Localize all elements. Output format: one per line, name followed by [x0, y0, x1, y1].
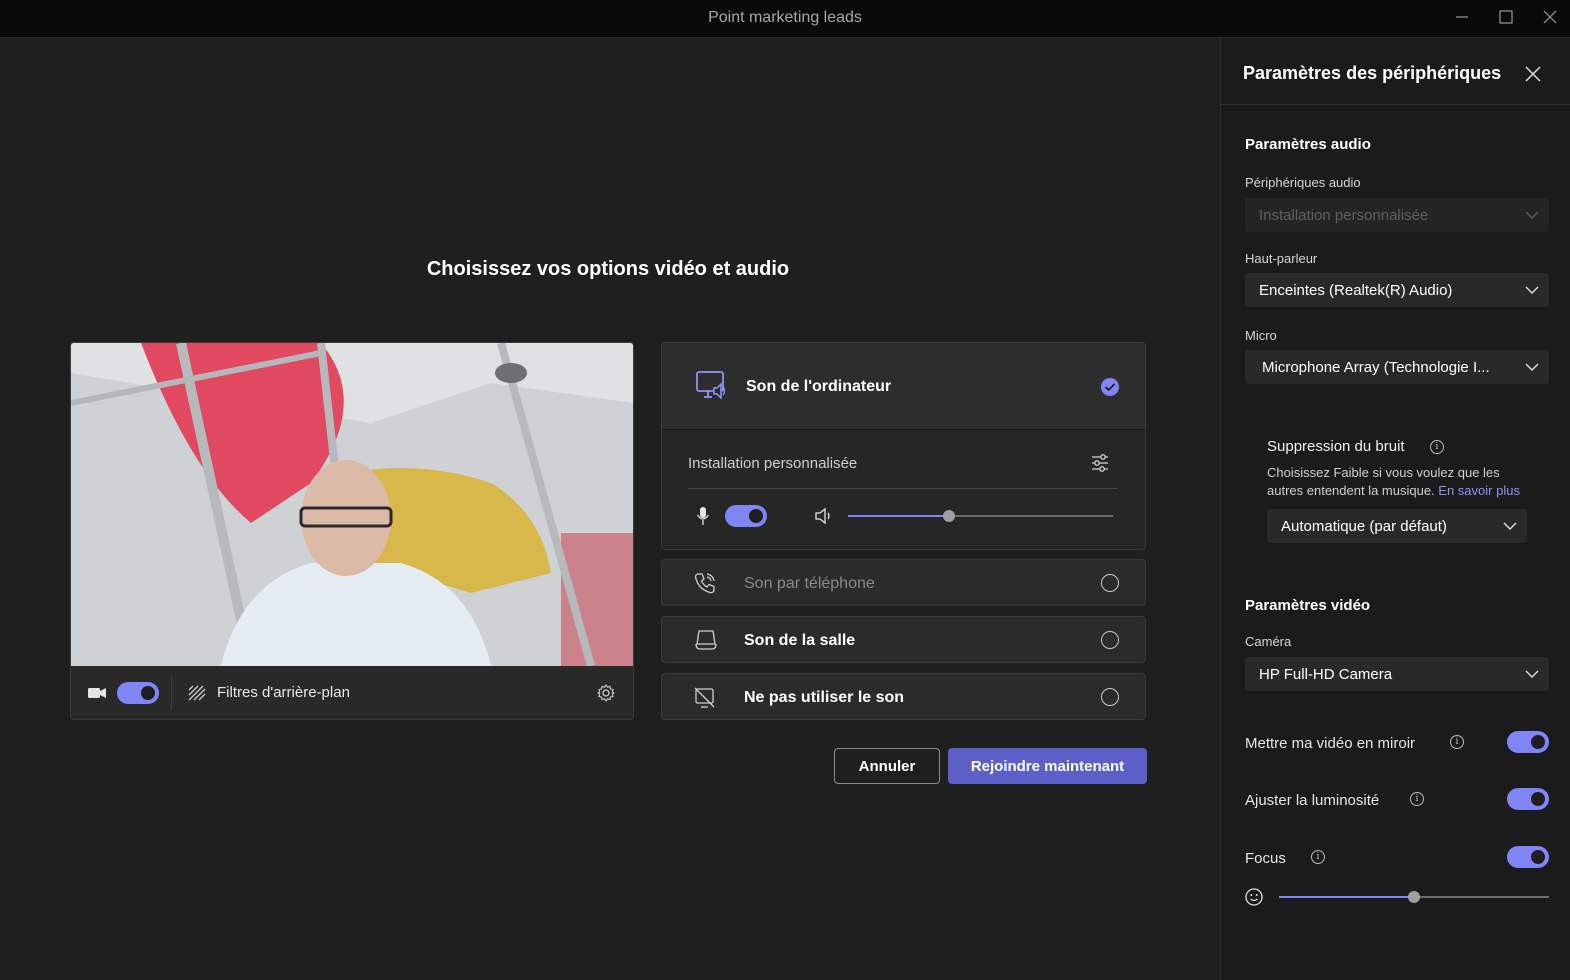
chevron-down-icon	[1525, 286, 1539, 294]
background-effects-icon	[188, 685, 206, 701]
audio-settings-sliders-icon[interactable]	[1090, 453, 1110, 473]
mic-value: Microphone Array (Technologie I...	[1262, 359, 1490, 376]
phone-icon	[694, 573, 715, 594]
room-audio-option[interactable]: Son de la salle	[661, 616, 1146, 663]
prejoin-main: Choisissez vos options vidéo et audio Fi…	[0, 38, 1220, 980]
mic-label: Micro	[1245, 328, 1277, 343]
camera-preview	[71, 343, 633, 666]
focus-slider-fill	[1279, 896, 1414, 898]
speaker-volume-icon	[815, 507, 830, 525]
noise-suppression-description: Choisissez Faible si vous voulez que les…	[1267, 464, 1537, 500]
focus-toggle[interactable]	[1507, 846, 1549, 868]
volume-slider-fill	[848, 515, 949, 517]
camera-dropdown[interactable]: HP Full-HD Camera	[1245, 657, 1549, 691]
chevron-down-icon	[1503, 522, 1517, 530]
microphone-icon	[696, 507, 710, 525]
room-audio-radio[interactable]	[1101, 631, 1119, 649]
device-settings-panel: Paramètres des périphériques Paramètres …	[1220, 38, 1570, 980]
phone-audio-option[interactable]: Son par téléphone	[661, 559, 1146, 606]
panel-title: Paramètres des périphériques	[1243, 63, 1502, 83]
info-icon[interactable]: i	[1450, 735, 1464, 749]
info-icon[interactable]: i	[1311, 850, 1325, 864]
mirror-video-toggle[interactable]	[1507, 731, 1549, 753]
minimize-button[interactable]	[1448, 5, 1476, 29]
room-audio-label: Son de la salle	[744, 632, 856, 649]
camera-label: Caméra	[1245, 634, 1292, 649]
divider	[1221, 104, 1570, 105]
phone-audio-radio[interactable]	[1101, 574, 1119, 592]
noise-suppression-title: Suppression du bruit	[1267, 438, 1405, 455]
camera-preview-image	[71, 343, 633, 666]
computer-audio-header[interactable]: Son de l'ordinateur	[662, 343, 1145, 430]
focus-slider-knob[interactable]	[1408, 891, 1420, 903]
camera-value: HP Full-HD Camera	[1259, 666, 1393, 683]
focus-label: Focus	[1245, 850, 1286, 867]
adjust-brightness-toggle[interactable]	[1507, 788, 1549, 810]
selected-check-icon	[1101, 378, 1119, 396]
noise-suppression-dropdown[interactable]: Automatique (par défaut)	[1267, 509, 1527, 543]
chevron-down-icon	[1525, 670, 1539, 678]
video-preview-card: Filtres d'arrière-plan	[70, 342, 634, 720]
face-focus-icon	[1245, 888, 1263, 906]
page-title: Choisissez vos options vidéo et audio	[426, 258, 790, 280]
video-settings-heading: Paramètres vidéo	[1245, 597, 1371, 614]
audio-settings-heading: Paramètres audio	[1245, 136, 1371, 153]
speaker-dropdown[interactable]: Enceintes (Realtek(R) Audio)	[1245, 273, 1549, 307]
computer-audio-label: Son de l'ordinateur	[746, 378, 892, 395]
close-panel-icon[interactable]	[1525, 66, 1541, 82]
speaker-value: Enceintes (Realtek(R) Audio)	[1259, 282, 1453, 299]
cancel-button[interactable]: Annuler	[834, 748, 940, 784]
no-audio-icon	[694, 687, 715, 708]
audio-device-label: Installation personnalisée	[688, 455, 858, 472]
no-audio-option[interactable]: Ne pas utiliser le son	[661, 673, 1146, 720]
mic-dropdown[interactable]: Microphone Array (Technologie I...	[1245, 350, 1549, 384]
adjust-brightness-label: Ajuster la luminosité	[1245, 792, 1380, 809]
title-bar: Point marketing leads	[0, 0, 1570, 38]
camera-icon	[88, 688, 106, 698]
audio-devices-dropdown[interactable]: Installation personnalisée	[1245, 198, 1549, 232]
minimize-icon	[1456, 16, 1468, 18]
divider	[688, 488, 1118, 489]
window-title: Point marketing leads	[708, 9, 862, 26]
volume-slider-knob[interactable]	[943, 510, 955, 522]
no-audio-radio[interactable]	[1101, 688, 1119, 706]
maximize-button[interactable]	[1492, 5, 1520, 29]
learn-more-link[interactable]: En savoir plus	[1438, 483, 1520, 498]
audio-devices-label: Périphériques audio	[1245, 175, 1361, 190]
computer-sound-icon	[696, 371, 726, 400]
room-audio-icon	[695, 630, 717, 650]
close-icon	[1543, 10, 1557, 24]
microphone-toggle[interactable]	[725, 505, 767, 527]
maximize-icon	[1499, 10, 1513, 24]
chevron-down-icon	[1525, 211, 1539, 219]
close-window-button[interactable]	[1536, 5, 1564, 29]
computer-audio-option[interactable]: Son de l'ordinateur Installation personn…	[661, 342, 1146, 550]
background-filters-label[interactable]: Filtres d'arrière-plan	[217, 684, 350, 701]
divider	[171, 676, 172, 710]
camera-toggle[interactable]	[117, 682, 159, 704]
join-now-button[interactable]: Rejoindre maintenant	[948, 748, 1147, 784]
info-icon[interactable]: i	[1410, 792, 1424, 806]
info-icon[interactable]: i	[1430, 440, 1444, 454]
no-audio-label: Ne pas utiliser le son	[744, 689, 905, 706]
noise-suppression-value: Automatique (par défaut)	[1281, 518, 1447, 535]
chevron-down-icon	[1525, 363, 1539, 371]
mirror-video-label: Mettre ma vidéo en miroir	[1245, 735, 1416, 752]
settings-gear-icon[interactable]	[597, 684, 615, 702]
audio-devices-value: Installation personnalisée	[1259, 207, 1429, 224]
speaker-label: Haut-parleur	[1245, 251, 1318, 266]
video-controls-bar: Filtres d'arrière-plan	[71, 666, 633, 719]
phone-audio-label: Son par téléphone	[744, 575, 875, 592]
